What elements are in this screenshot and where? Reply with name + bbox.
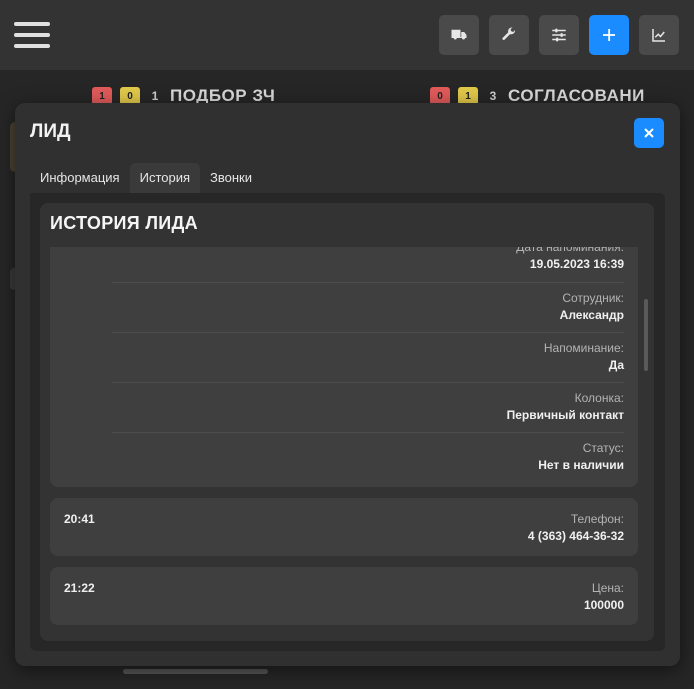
modal-tabs: Информация История Звонки <box>30 163 262 193</box>
field-label: Сотрудник: <box>562 291 624 305</box>
entry-time: 21:22 <box>64 581 95 595</box>
field-label: Цена: <box>591 581 624 595</box>
field-value: 19.05.2023 16:39 <box>529 257 624 271</box>
field-value: 4 (363) 464-36-32 <box>527 529 624 543</box>
entry-time: 20:41 <box>64 512 95 526</box>
divider <box>112 332 624 333</box>
field-label: Статус: <box>582 441 624 455</box>
history-field: Дата напоминания: 19.05.2023 16:39 <box>112 247 624 273</box>
top-bar <box>0 0 694 70</box>
vertical-scrollbar[interactable] <box>644 299 648 371</box>
field-label: Напоминание: <box>543 341 624 355</box>
horizontal-scrollbar[interactable] <box>123 669 268 674</box>
history-entry: Дата напоминания: 19.05.2023 16:39 Сотру… <box>50 247 638 487</box>
tab-information[interactable]: Информация <box>30 163 130 193</box>
divider <box>112 282 624 283</box>
divider <box>112 382 624 383</box>
field-label: Колонка: <box>574 391 624 405</box>
truck-button[interactable] <box>439 15 479 55</box>
section-title: ИСТОРИЯ ЛИДА <box>50 213 198 233</box>
wrench-icon <box>502 27 516 40</box>
history-entry: 21:22 Цена: 100000 <box>50 567 638 625</box>
field-value: Александр <box>559 308 624 322</box>
field-value: Нет в наличии <box>538 458 624 472</box>
history-section: ИСТОРИЯ ЛИДА Дата напоминания: 19.05.202… <box>40 203 654 641</box>
add-button[interactable] <box>589 15 629 55</box>
column-count: 3 <box>489 89 497 103</box>
analytics-button[interactable] <box>639 15 679 55</box>
field-value: Да <box>608 358 624 372</box>
history-field: Телефон: 4 (363) 464-36-32 <box>112 511 624 545</box>
close-button[interactable] <box>634 118 664 148</box>
history-field: Статус: Нет в наличии <box>112 440 624 474</box>
history-field: Напоминание: Да <box>112 340 624 374</box>
field-label: Дата напоминания: <box>516 247 624 254</box>
modal-title: ЛИД <box>30 121 71 142</box>
tab-panel: ИСТОРИЯ ЛИДА Дата напоминания: 19.05.202… <box>30 193 665 651</box>
truck-icon <box>451 29 467 40</box>
field-value: Первичный контакт <box>506 408 624 422</box>
field-value: 100000 <box>583 598 624 612</box>
history-field: Сотрудник: Александр <box>112 290 624 324</box>
lead-modal: ЛИД Информация История Звонки ИСТОРИЯ ЛИ… <box>15 103 680 666</box>
chart-icon <box>652 29 665 42</box>
history-field: Цена: 100000 <box>112 580 624 614</box>
sliders-icon <box>552 28 566 42</box>
column-count: 1 <box>151 89 159 103</box>
history-list[interactable]: Дата напоминания: 19.05.2023 16:39 Сотру… <box>40 247 654 641</box>
settings-wrench-button[interactable] <box>489 15 529 55</box>
divider <box>112 432 624 433</box>
close-icon <box>644 128 654 138</box>
plus-icon <box>603 29 615 41</box>
history-entry: 20:41 Телефон: 4 (363) 464-36-32 <box>50 498 638 556</box>
tab-calls[interactable]: Звонки <box>200 163 262 193</box>
filters-button[interactable] <box>539 15 579 55</box>
field-label: Телефон: <box>570 512 624 526</box>
history-field: Колонка: Первичный контакт <box>112 390 624 424</box>
tab-history[interactable]: История <box>129 163 201 193</box>
menu-icon[interactable] <box>14 22 50 48</box>
